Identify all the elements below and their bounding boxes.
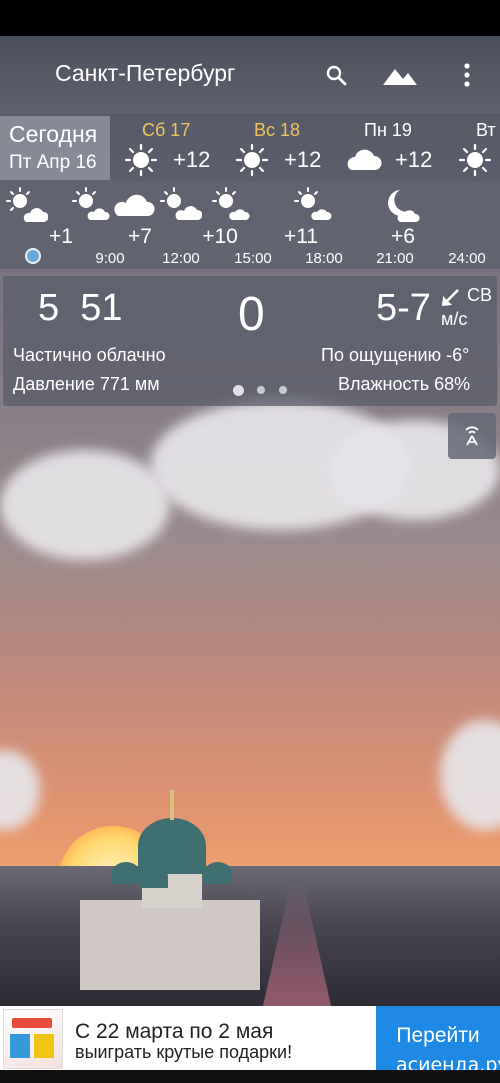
hour-time: 24:00: [448, 250, 486, 267]
cathedral-small-dome: [140, 866, 168, 888]
status-bar: [0, 0, 500, 36]
hour-temp: +6: [391, 225, 415, 248]
hour-temp: +11: [283, 225, 319, 248]
day-name[interactable]: Сб 17: [142, 120, 190, 141]
cathedral-small-dome: [204, 862, 232, 884]
day-name[interactable]: Вс 18: [254, 120, 300, 141]
radar-button[interactable]: [448, 413, 496, 459]
page-indicator[interactable]: [257, 386, 265, 394]
cloud-decoration: [0, 450, 170, 560]
day-temp: +12: [395, 147, 433, 172]
today-label: Сегодня: [9, 121, 98, 147]
wind-direction: СВ: [467, 285, 493, 305]
cathedral: [80, 900, 260, 990]
wind-direction-arrow-icon: [442, 289, 459, 306]
hour-time: 21:00: [376, 250, 414, 267]
partly-cloudy-icon: [6, 187, 48, 222]
hour-time: 15:00: [234, 250, 272, 267]
humidity: Влажность 68%: [338, 374, 471, 394]
hour-temp: +10: [202, 225, 238, 248]
city-name[interactable]: Санкт-Петербург: [55, 60, 235, 87]
current-hour-marker: [25, 248, 41, 264]
wind-speed: 5-7: [376, 287, 431, 329]
day-name[interactable]: Пн 19: [364, 120, 412, 141]
partly-cloudy-icon: [72, 187, 110, 220]
search-icon[interactable]: [321, 60, 351, 90]
sunny-icon: [458, 143, 492, 177]
hour-temp: +7: [128, 225, 152, 248]
ad-subline[interactable]: выиграть крутые подарки!: [75, 1042, 292, 1063]
today-date: Пт Апр 16: [9, 152, 97, 173]
feels-like: По ощущению -6°: [321, 345, 470, 365]
page-indicator[interactable]: [279, 386, 287, 394]
moon-partly-cloudy-icon: [388, 190, 420, 222]
day-name[interactable]: Вт: [476, 120, 496, 141]
ad-headline[interactable]: С 22 марта по 2 мая: [75, 1020, 273, 1044]
partly-cloudy-icon: [160, 187, 202, 220]
wind-unit: м/с: [441, 309, 468, 329]
cloudy-icon: [114, 194, 155, 216]
current-temperature: 0: [238, 288, 265, 341]
day-temp: +12: [284, 147, 322, 172]
day-temp: +12: [173, 147, 211, 172]
hour-time: 18:00: [305, 250, 343, 267]
weather-app: Санкт-Петербург Сегодня Пт Апр 16 Сб 17 …: [0, 0, 500, 1083]
current-time: 5 51: [38, 287, 123, 329]
cloudy-icon: [347, 149, 382, 170]
partly-cloudy-icon: [212, 187, 250, 220]
hour-time: 12:00: [162, 250, 200, 267]
ad-thumbnail[interactable]: [3, 1009, 63, 1069]
cathedral-dome: [138, 818, 206, 874]
page-indicator-active[interactable]: [233, 385, 244, 396]
cathedral-spire: [170, 790, 174, 820]
sunny-icon: [124, 143, 158, 177]
navigation-bar: [0, 1070, 500, 1083]
pressure: Давление 771 мм: [13, 374, 160, 394]
partly-cloudy-icon: [294, 187, 332, 220]
cathedral-small-dome: [112, 862, 140, 884]
sunny-icon: [235, 143, 269, 177]
weather-condition: Частично облачно: [13, 345, 166, 365]
more-menu-icon[interactable]: [452, 60, 482, 90]
hour-time: 9:00: [95, 250, 125, 267]
hour-temp: +1: [49, 225, 73, 248]
broadcast-icon: [465, 426, 479, 446]
landscape-icon[interactable]: [380, 60, 420, 90]
